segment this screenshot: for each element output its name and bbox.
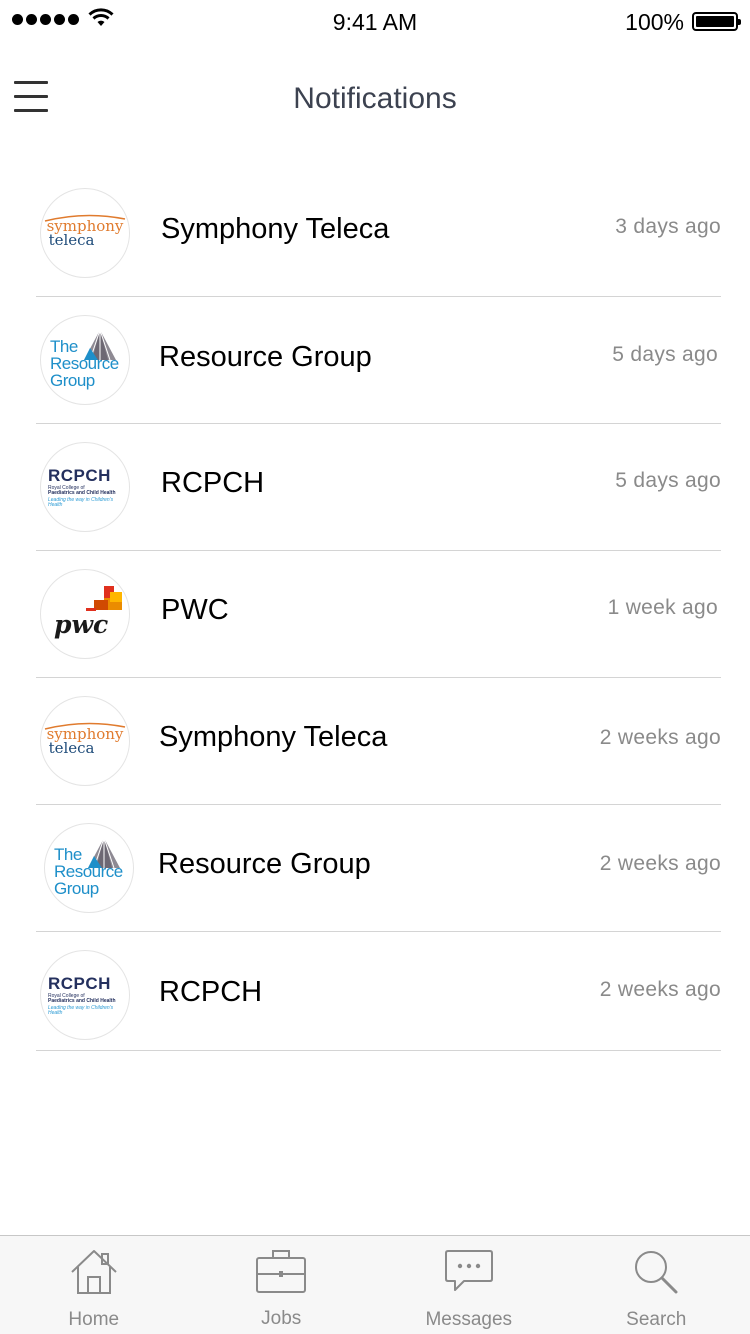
notification-time: 1 week ago	[607, 596, 718, 619]
notification-time: 3 days ago	[615, 215, 721, 238]
company-name: Resource Group	[158, 848, 371, 880]
resource-group-logo: The Resource Group	[50, 330, 120, 390]
tab-label: Search	[626, 1309, 687, 1330]
notification-row[interactable]: symphony teleca Symphony Teleca 3 days a…	[36, 170, 721, 297]
company-logo: The Resource Group	[40, 315, 130, 405]
company-name: RCPCH	[161, 467, 265, 499]
notification-time: 5 days ago	[612, 343, 718, 366]
rcpch-logo: RCPCH Royal College of Paediatrics and C…	[48, 973, 116, 1016]
symphony-teleca-logo: symphony teleca	[44, 722, 125, 757]
notification-row[interactable]: RCPCH Royal College of Paediatrics and C…	[36, 932, 721, 1051]
search-icon	[635, 1251, 678, 1294]
tab-search[interactable]: Search	[563, 1236, 750, 1334]
company-logo: symphony teleca	[40, 696, 130, 786]
tab-home[interactable]: Home	[0, 1236, 188, 1334]
chat-bubble-icon	[444, 1250, 493, 1291]
notification-time: 2 weeks ago	[599, 852, 721, 875]
tab-label: Messages	[425, 1309, 513, 1330]
page-title: Notifications	[293, 82, 457, 115]
tab-bar: Home Jobs Messages Search	[0, 1235, 750, 1334]
company-name: PWC	[161, 594, 229, 626]
pwc-logo: pwc	[48, 584, 122, 644]
notification-row[interactable]: RCPCH Royal College of Paediatrics and C…	[36, 424, 721, 551]
company-name: RCPCH	[159, 976, 263, 1008]
briefcase-icon	[256, 1250, 307, 1293]
resource-group-logo: The Resource Group	[54, 838, 124, 898]
tab-jobs[interactable]: Jobs	[188, 1236, 376, 1334]
tab-messages[interactable]: Messages	[375, 1236, 563, 1334]
notification-row[interactable]: pwc PWC 1 week ago	[36, 551, 721, 678]
tab-label: Home	[68, 1309, 120, 1330]
company-logo: The Resource Group	[44, 823, 134, 913]
symphony-teleca-logo: symphony teleca	[44, 214, 125, 249]
company-name: Resource Group	[159, 341, 372, 373]
notification-list: symphony teleca Symphony Teleca 3 days a…	[36, 170, 721, 1051]
notification-time: 2 weeks ago	[599, 726, 721, 749]
notification-row[interactable]: The Resource Group Resource Group 2 week…	[36, 805, 721, 932]
notification-row[interactable]: symphony teleca Symphony Teleca 2 weeks …	[36, 678, 721, 805]
tab-label: Jobs	[261, 1308, 302, 1329]
company-logo: RCPCH Royal College of Paediatrics and C…	[40, 442, 130, 532]
status-bar: 9:41 AM 100%	[0, 0, 750, 40]
rcpch-logo: RCPCH Royal College of Paediatrics and C…	[48, 465, 116, 508]
notification-row[interactable]: The Resource Group Resource Group 5 days…	[36, 297, 721, 424]
battery-percentage: 100%	[625, 9, 684, 35]
company-name: Symphony Teleca	[161, 213, 390, 245]
company-name: Symphony Teleca	[159, 721, 388, 753]
battery-icon	[692, 12, 741, 31]
company-logo: pwc	[40, 569, 130, 659]
notification-time: 2 weeks ago	[599, 978, 721, 1001]
notification-time: 5 days ago	[615, 469, 721, 492]
home-icon	[71, 1250, 117, 1294]
company-logo: RCPCH Royal College of Paediatrics and C…	[40, 950, 130, 1040]
company-logo: symphony teleca	[40, 188, 130, 278]
